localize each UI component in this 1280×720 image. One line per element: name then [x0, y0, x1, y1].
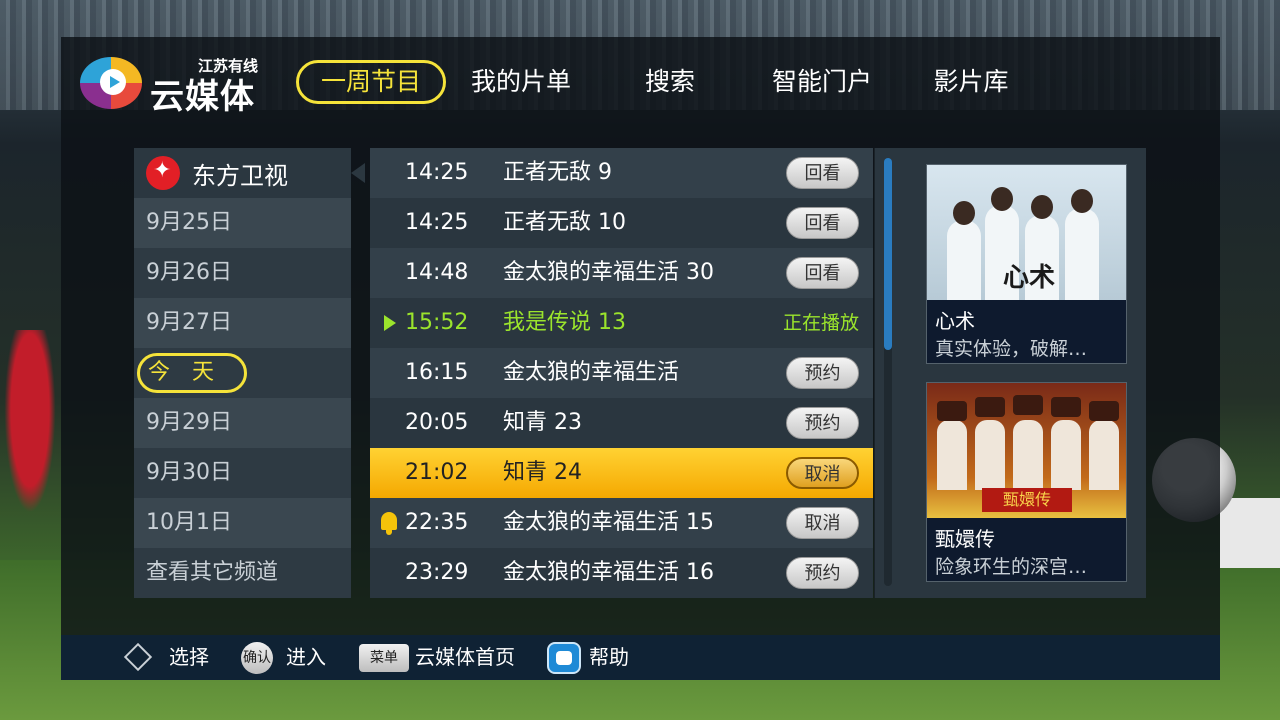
hint-select: 选择	[169, 645, 209, 669]
scrollbar-thumb[interactable]	[884, 158, 892, 350]
replay-button[interactable]: 回看	[786, 207, 859, 239]
program-title: 金太狼的幸福生活 30	[503, 260, 714, 285]
poster-card[interactable]: 甄嬛传 甄嬛传 险象环生的深宫…	[926, 382, 1127, 582]
brand-logo: 江苏有线 云媒体	[80, 55, 270, 117]
hint-home: 云媒体首页	[415, 645, 515, 669]
program-title: 金太狼的幸福生活 16	[503, 560, 714, 585]
date-column: 东方卫视 9月25日 9月26日 9月27日 今天 9月29日 9月30日 10…	[134, 148, 365, 598]
channel-logo-icon	[146, 156, 180, 190]
schedule-row[interactable]: 20:05 知青 23 预约	[370, 398, 873, 448]
program-time: 20:05	[405, 410, 469, 435]
play-indicator-icon	[384, 315, 396, 331]
program-time: 14:25	[405, 210, 469, 235]
reserve-button[interactable]: 预约	[786, 557, 859, 589]
schedule-row[interactable]: 14:25 正者无敌 9 回看	[370, 148, 873, 198]
hint-help: 帮助	[589, 645, 629, 669]
program-title: 我是传说 13	[503, 310, 626, 335]
tab-movie-library[interactable]: 影片库	[928, 60, 1014, 104]
date-item[interactable]: 10月1日	[134, 498, 351, 548]
tab-smart-portal[interactable]: 智能门户	[766, 60, 878, 104]
program-time: 22:35	[405, 510, 469, 535]
date-item[interactable]: 9月25日	[134, 198, 351, 248]
poster-card[interactable]: 心术 心术 真实体验，破解…	[926, 164, 1127, 364]
poster-image: 心术	[927, 165, 1126, 300]
play-icon	[100, 69, 126, 95]
poster-image-title: 甄嬛传	[982, 488, 1072, 512]
poster-description: 真实体验，破解…	[935, 338, 1088, 360]
background-player	[0, 330, 60, 530]
replay-button[interactable]: 回看	[786, 257, 859, 289]
schedule-row[interactable]: 14:25 正者无敌 10 回看	[370, 198, 873, 248]
hint-enter: 进入	[286, 645, 326, 669]
bell-icon	[380, 510, 398, 536]
schedule-row[interactable]: 16:15 金太狼的幸福生活 预约	[370, 348, 873, 398]
date-item[interactable]: 9月26日	[134, 248, 351, 298]
pointer-arrow-icon	[351, 163, 365, 183]
date-item[interactable]: 9月29日	[134, 398, 351, 448]
poster-description: 险象环生的深宫…	[935, 556, 1088, 578]
date-item[interactable]: 9月30日	[134, 448, 351, 498]
program-title: 正者无敌 10	[503, 210, 626, 235]
reserve-button[interactable]: 预约	[786, 357, 859, 389]
now-playing-status: 正在播放	[782, 312, 859, 334]
ok-key-icon: 确认	[241, 642, 273, 674]
channel-name: 东方卫视	[192, 161, 288, 190]
schedule-row[interactable]: 23:29 金太狼的幸福生活 16 预约	[370, 548, 873, 598]
program-title: 知青 24	[503, 460, 582, 485]
channel-header[interactable]: 东方卫视	[134, 148, 365, 198]
dpad-icon	[119, 642, 157, 673]
cancel-button[interactable]: 取消	[786, 507, 859, 539]
program-title: 金太狼的幸福生活	[503, 360, 680, 385]
replay-button[interactable]: 回看	[786, 157, 859, 189]
poster-caption: 心术 真实体验，破解…	[927, 300, 1126, 363]
program-time: 14:48	[405, 260, 469, 285]
tab-my-list[interactable]: 我的片单	[466, 60, 576, 104]
menu-key-icon: 菜单	[359, 644, 409, 672]
today-label: 今天	[148, 360, 237, 385]
poster-image-title: 心术	[1003, 263, 1056, 293]
other-channels-link[interactable]: 查看其它频道	[134, 548, 351, 598]
program-time: 16:15	[405, 360, 469, 385]
poster-caption: 甄嬛传 险象环生的深宫…	[927, 518, 1126, 581]
program-time: 15:52	[405, 310, 469, 335]
poster-title: 甄嬛传	[935, 527, 995, 551]
schedule-row-now-playing[interactable]: 15:52 我是传说 13 正在播放	[370, 298, 873, 348]
program-title: 金太狼的幸福生活 15	[503, 510, 714, 535]
cancel-button[interactable]: 取消	[786, 457, 859, 489]
date-item-today[interactable]: 今天	[134, 348, 351, 398]
tab-weekly-programs[interactable]: 一周节目	[296, 60, 446, 104]
schedule-row[interactable]: 14:48 金太狼的幸福生活 30 回看	[370, 248, 873, 298]
brand-big-text: 云媒体	[150, 77, 255, 117]
program-title: 正者无敌 9	[503, 160, 612, 185]
reserve-button[interactable]: 预约	[786, 407, 859, 439]
program-time: 14:25	[405, 160, 469, 185]
schedule-row-reserved[interactable]: 22:35 金太狼的幸福生活 15 取消	[370, 498, 873, 548]
tab-search[interactable]: 搜索	[630, 60, 710, 104]
help-icon	[547, 642, 581, 674]
date-item[interactable]: 9月27日	[134, 298, 351, 348]
footer-hints: 选择 确认 进入 菜单 云媒体首页 帮助	[61, 635, 1220, 680]
poster-image: 甄嬛传	[927, 383, 1126, 518]
program-title: 知青 23	[503, 410, 582, 435]
background-adboard	[1220, 498, 1280, 568]
schedule-row-selected[interactable]: 21:02 知青 24 取消	[370, 448, 873, 498]
program-time: 23:29	[405, 560, 469, 585]
program-time: 21:02	[405, 460, 469, 485]
schedule-list: 14:25 正者无敌 9 回看 14:25 正者无敌 10 回看 14:48 金…	[370, 148, 873, 598]
poster-title: 心术	[935, 309, 975, 333]
